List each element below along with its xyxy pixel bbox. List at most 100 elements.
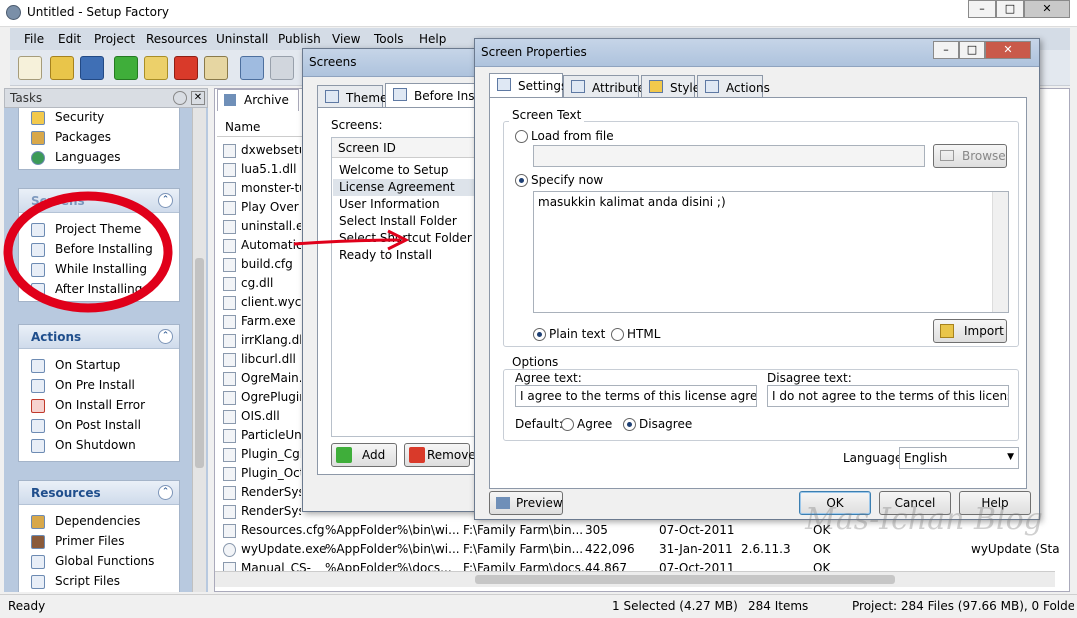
tab-actions[interactable]: Actions	[697, 75, 770, 97]
menu-publish[interactable]: Publish	[278, 32, 321, 46]
watermark: Mas-Ichan Blog	[805, 502, 1043, 537]
annotation-arrow	[293, 229, 410, 251]
menu-tools[interactable]: Tools	[374, 32, 404, 46]
archive-tab[interactable]: Archive	[217, 89, 299, 111]
list-item[interactable]: OgreMain.d	[221, 369, 301, 388]
textarea-scrollbar[interactable]	[992, 192, 1008, 312]
package-icon	[31, 515, 45, 529]
list-item[interactable]: dxwebsetup	[221, 141, 301, 160]
scroll-thumb[interactable]	[195, 258, 204, 468]
error-script-icon	[31, 399, 45, 413]
load-from-file-label: Load from file	[531, 129, 614, 143]
html-radio[interactable]	[611, 328, 624, 341]
script-icon	[31, 419, 45, 433]
close-button[interactable]: ✕	[985, 41, 1031, 59]
browse-button[interactable]: Browse	[933, 144, 1007, 168]
list-item[interactable]: OIS.dll	[221, 407, 301, 426]
screen-icon	[393, 88, 407, 101]
menu-uninstall[interactable]: Uninstall	[216, 32, 268, 46]
screen-text-area[interactable]: masukkin kalimat anda disini ;)	[533, 191, 1009, 313]
add-folder-icon[interactable]	[144, 56, 168, 80]
list-item[interactable]: Farm.exe	[221, 312, 301, 331]
file-icon	[223, 258, 236, 272]
new-icon[interactable]	[18, 56, 42, 80]
plain-text-radio[interactable]	[533, 328, 546, 341]
tab-theme[interactable]: Theme	[317, 85, 387, 107]
tab-attributes[interactable]: Attributes	[563, 75, 651, 97]
list-item[interactable]: uninstall.exe	[221, 217, 301, 236]
list-item[interactable]: irrKlang.dll	[221, 331, 301, 350]
status-selected: 1 Selected (4.27 MB)	[612, 599, 738, 613]
list-item[interactable]: monster-tu	[221, 179, 301, 198]
disagree-radio[interactable]	[623, 418, 636, 431]
agree-radio[interactable]	[561, 418, 574, 431]
specify-now-label: Specify now	[531, 173, 604, 187]
tab-settings[interactable]: Settings	[489, 73, 567, 97]
undo-icon[interactable]	[240, 56, 264, 80]
tasks-scrollbar[interactable]	[192, 108, 206, 592]
remove-icon	[409, 447, 425, 463]
file-icon	[223, 467, 236, 481]
file-icon	[223, 239, 236, 253]
list-item[interactable]: RenderSyste	[221, 502, 301, 521]
add-screen-button[interactable]: Add	[331, 443, 397, 467]
column-header-name[interactable]: Name	[217, 117, 305, 137]
list-item[interactable]: RenderSyste	[221, 483, 301, 502]
menu-project[interactable]: Project	[94, 32, 135, 46]
minimize-button[interactable]: –	[933, 41, 959, 59]
list-item[interactable]: Plugin_Octr	[221, 464, 301, 483]
menu-help[interactable]: Help	[419, 32, 446, 46]
list-item[interactable]: Automatic	[221, 236, 301, 255]
app-icon	[6, 5, 21, 20]
maximize-button[interactable]: □	[996, 0, 1024, 18]
language-select[interactable]: English ▼	[899, 447, 1019, 469]
style-icon	[649, 80, 663, 93]
menu-edit[interactable]: Edit	[58, 32, 81, 46]
delete-icon[interactable]	[174, 56, 198, 80]
open-icon[interactable]	[50, 56, 74, 80]
specify-now-radio[interactable]	[515, 174, 528, 187]
close-icon[interactable]: ✕	[191, 91, 205, 105]
list-item[interactable]: client.wyc	[221, 293, 301, 312]
preview-button[interactable]: Preview	[489, 491, 563, 515]
remove-screen-button[interactable]: Remove	[404, 443, 476, 467]
file-icon	[223, 543, 236, 557]
status-items: 284 Items	[748, 599, 809, 613]
list-item[interactable]: ParticleUniv	[221, 426, 301, 445]
load-from-file-radio[interactable]	[515, 130, 528, 143]
script-icon	[31, 359, 45, 373]
options-label: Options	[509, 355, 562, 369]
functions-icon	[31, 555, 45, 569]
tab-style[interactable]: Style	[641, 75, 700, 97]
import-button[interactable]: Import	[933, 319, 1007, 343]
collapse-icon[interactable]: ⌃	[158, 485, 173, 500]
menu-view[interactable]: View	[332, 32, 360, 46]
save-icon[interactable]	[80, 56, 104, 80]
close-button[interactable]: ✕	[1024, 0, 1070, 18]
collapse-icon[interactable]: ⌃	[158, 329, 173, 344]
maximize-button[interactable]: □	[959, 41, 985, 59]
redo-icon[interactable]	[270, 56, 294, 80]
list-item[interactable]: Play Over 1	[221, 198, 301, 217]
list-item[interactable]: lua5.1.dll	[221, 160, 301, 179]
agree-text-input[interactable]: I agree to the terms of this license agr…	[515, 385, 757, 407]
list-item[interactable]: cg.dll	[221, 274, 301, 293]
status-project: Project: 284 Files (97.66 MB), 0 Folders	[852, 599, 1074, 613]
menu-resources[interactable]: Resources	[146, 32, 207, 46]
primer-icon	[31, 535, 45, 549]
tasks-title: Tasks	[10, 91, 43, 105]
properties-title: Screen Properties	[481, 45, 587, 59]
list-item[interactable]: libcurl.dll	[221, 350, 301, 369]
add-icon[interactable]	[114, 56, 138, 80]
file-path-input[interactable]	[533, 145, 925, 167]
pin-icon[interactable]	[173, 91, 187, 105]
minimize-button[interactable]: –	[968, 0, 996, 18]
menu-file[interactable]: File	[24, 32, 44, 46]
list-item[interactable]: Plugin_CgP	[221, 445, 301, 464]
file-icon	[223, 220, 236, 234]
search-icon[interactable]	[204, 56, 228, 80]
disagree-text-input[interactable]: I do not agree to the terms of this lice…	[767, 385, 1009, 407]
default-label: Default:	[515, 417, 563, 431]
list-item[interactable]: build.cfg	[221, 255, 301, 274]
list-item[interactable]: OgrePlugin	[221, 388, 301, 407]
